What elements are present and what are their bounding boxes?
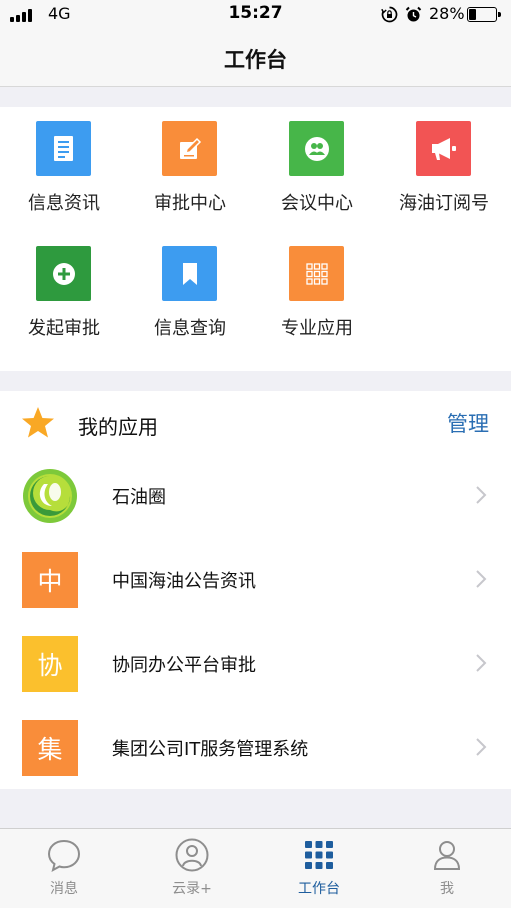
tab-contacts[interactable]: 云录+ [128,829,256,908]
my-apps-title: 我的应用 [78,415,158,439]
character-tile-icon: 协 [22,636,78,692]
page-title: 工作台 [224,48,287,72]
status-bar: 4G 15:27 28% [0,0,511,30]
people-icon [289,121,344,176]
grid-item-label: 发起审批 [28,318,100,339]
chevron-right-icon [476,738,487,756]
tab-label: 消息 [50,881,78,897]
tab-label: 工作台 [298,881,340,897]
grid-item-info-query[interactable]: 信息查询 [126,232,254,342]
contact-icon [175,838,209,872]
chevron-right-icon [476,654,487,672]
app-label: 协同办公平台审批 [112,655,256,676]
app-icon-glyph: 集 [37,735,63,764]
bookmark-icon [162,246,217,301]
tab-label: 我 [440,881,454,897]
grid-item-professional-apps[interactable]: 专业应用 [253,232,381,342]
app-icon-glyph: 协 [37,651,63,680]
oil-circle-logo-icon [22,468,78,524]
person-icon [433,841,461,870]
edit-icon [162,121,217,176]
battery-icon [467,7,501,22]
nav-header: 工作台 [0,30,511,87]
tab-workbench[interactable]: 工作台 [255,829,383,908]
alarm-icon [405,6,422,22]
my-apps-section: 我的应用 管理 石油圈 中 中国海油公告资讯 协 协同办公平台审批 集 集团公司… [0,391,511,789]
grid-item-subscription[interactable]: 海油订阅号 [380,107,508,217]
app-row-cnooc-announcements[interactable]: 中 中国海油公告资讯 [0,538,511,622]
grid-item-label: 信息资讯 [28,193,100,214]
grid-item-label: 审批中心 [154,193,226,214]
shortcut-grid: 信息资讯 审批中心 会议中心 海油订阅号 发起审批 信息查询 专业应用 [0,107,511,371]
star-icon [22,407,54,438]
grid-dots-icon [305,841,333,869]
megaphone-icon [416,121,471,176]
grid-item-label: 信息查询 [154,318,226,339]
chat-bubble-icon [47,839,81,872]
character-tile-icon: 集 [22,720,78,776]
grid-item-label: 海油订阅号 [399,193,489,214]
app-label: 中国海油公告资讯 [112,571,256,592]
grid-item-start-approval[interactable]: 发起审批 [0,232,128,342]
tab-messages[interactable]: 消息 [0,829,128,908]
document-icon [36,121,91,176]
app-label: 集团公司IT服务管理系统 [112,739,309,760]
grid-item-label: 会议中心 [281,193,353,214]
grid-item-approval-center[interactable]: 审批中心 [126,107,254,217]
grid-icon [289,246,344,301]
grid-item-label: 专业应用 [281,318,353,339]
plus-circle-icon [36,246,91,301]
app-label: 石油圈 [112,487,166,508]
tab-bar: 消息 云录+ 工作台 我 [0,828,511,908]
app-icon-glyph: 中 [37,567,63,596]
character-tile-icon: 中 [22,552,78,608]
app-row-collab-approval[interactable]: 协 协同办公平台审批 [0,622,511,706]
manage-button[interactable]: 管理 [447,408,489,438]
my-apps-header: 我的应用 管理 [0,391,511,457]
chevron-right-icon [476,486,487,504]
app-row-it-service[interactable]: 集 集团公司IT服务管理系统 [0,706,511,790]
grid-item-news[interactable]: 信息资讯 [0,107,128,217]
grid-item-meeting-center[interactable]: 会议中心 [253,107,381,217]
tab-label: 云录+ [172,881,212,897]
tab-me[interactable]: 我 [383,829,511,908]
battery-percentage: 28% [429,4,465,23]
chevron-right-icon [476,570,487,588]
orientation-lock-icon [381,6,398,23]
app-row-oil-circle[interactable]: 石油圈 [0,454,511,538]
